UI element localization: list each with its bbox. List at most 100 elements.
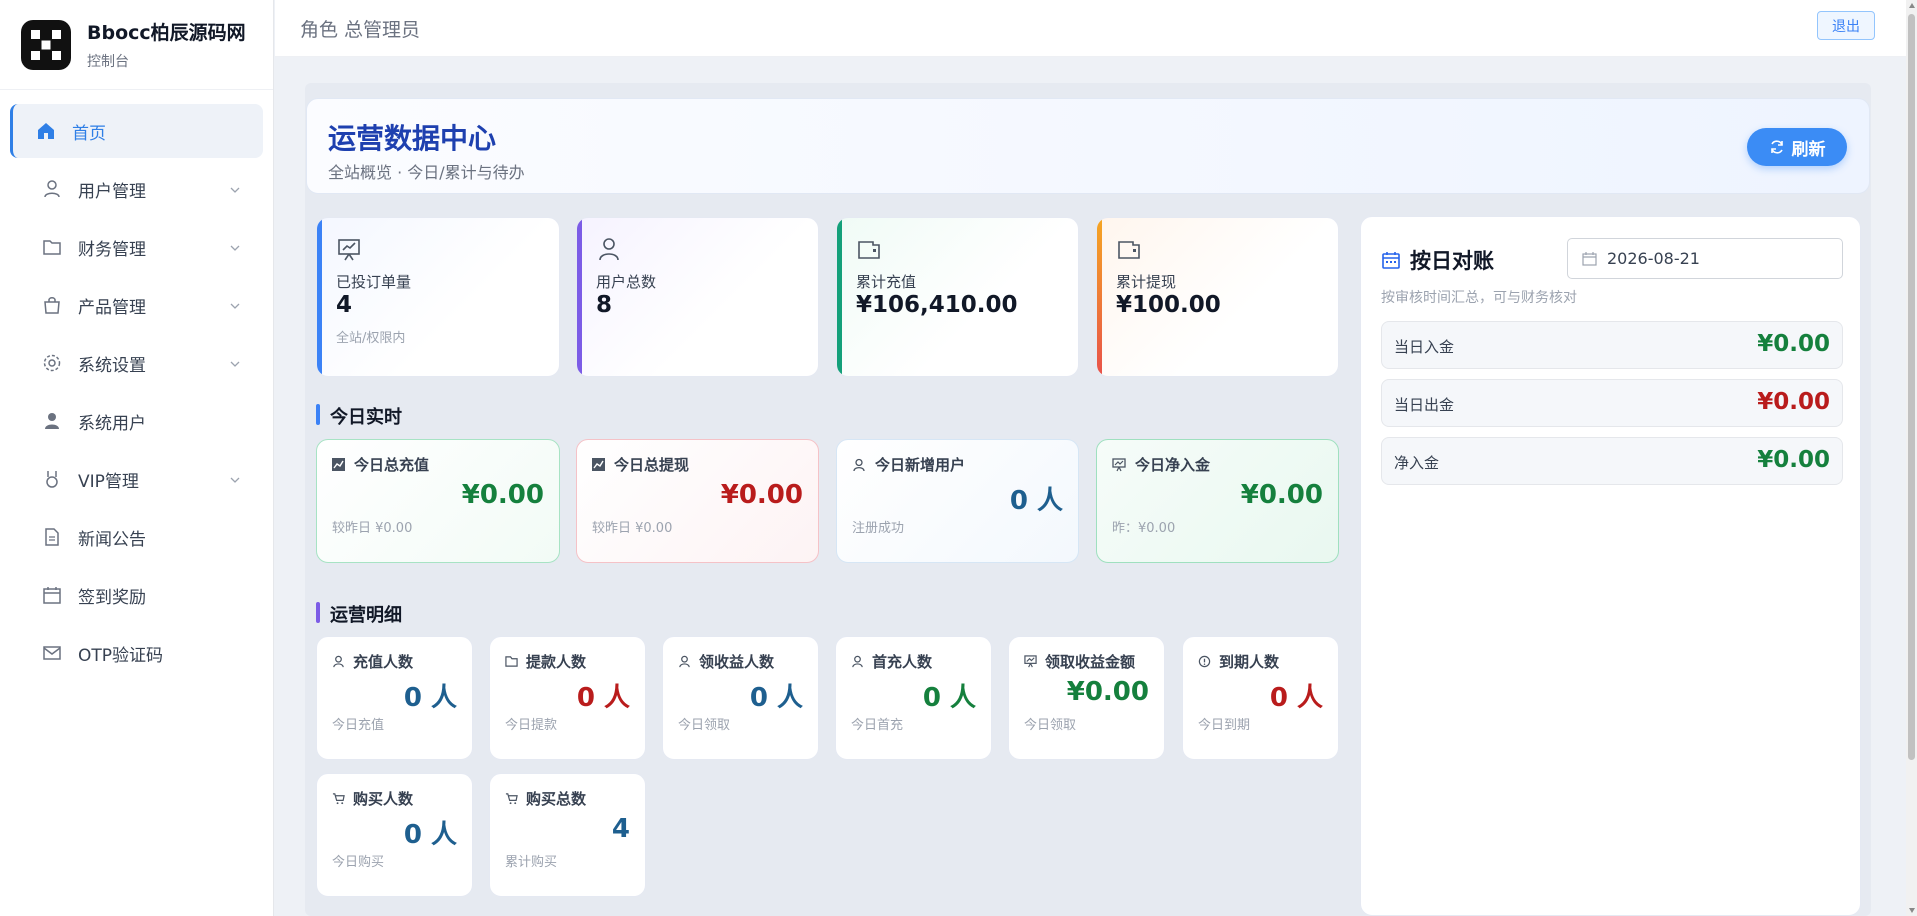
page-title: 运营数据中心 (328, 122, 497, 155)
card-label: 领取收益金额 (1045, 653, 1136, 671)
card-value: 4 (611, 814, 630, 844)
sidebar-item-news[interactable]: 新闻公告 (10, 510, 263, 564)
card-sub: 今日到期 (1198, 718, 1251, 733)
summary-card-deposits: 累计充值 ¥106,410.00 (836, 217, 1079, 377)
logout-button[interactable]: 退出 (1817, 11, 1875, 40)
sidebar-item-settings[interactable]: 系统设置 (10, 336, 263, 390)
sidebar-item-vip[interactable]: VIP管理 (10, 452, 263, 506)
sidebar-item-label: 系统用户 (78, 413, 146, 434)
today-card-withdraw: 今日总提现 ¥0.00 较昨日 ¥0.00 (576, 439, 819, 563)
sidebar-item-checkin[interactable]: 签到奖励 (10, 568, 263, 622)
card-sub: 较昨日 ¥0.00 (592, 521, 673, 536)
sidebar-item-users[interactable]: 用户管理 (10, 162, 263, 216)
card-label: 购买总数 (526, 790, 587, 808)
sidebar-item-label: 系统设置 (78, 355, 146, 376)
card-label: 今日新增用户 (875, 456, 966, 474)
card-value: 0 人 (922, 683, 976, 713)
topbar: 角色 总管理员 退出 (275, 0, 1906, 57)
refresh-icon (1770, 140, 1783, 154)
sidebar: Bbocc柏辰源码网 控制台 首页 用户管理 财务管理 产品管理 系统设置 系统… (0, 0, 274, 916)
home-icon (38, 123, 54, 139)
card-sub: 累计购买 (505, 855, 558, 870)
card-value: ¥0.00 (720, 480, 803, 510)
card-label: 累计充值 (856, 273, 917, 291)
row-value: ¥0.00 (1757, 389, 1830, 415)
card-label: 充值人数 (353, 653, 414, 671)
sidebar-item-home[interactable]: 首页 (10, 104, 263, 158)
presentation-icon (1112, 457, 1126, 471)
card-accent-bar (1097, 218, 1102, 376)
date-field[interactable]: 2026-08-21 (1567, 238, 1843, 279)
ops-card-expiring: 到期人数 0 人 今日到期 (1182, 636, 1339, 760)
document-icon (45, 528, 59, 546)
reconcile-panel: 按日对账 2026-08-21 按审核时间汇总，可与财务核对 当日入金 ¥0.0… (1360, 216, 1861, 916)
folder-icon (43, 240, 61, 255)
ops-card-purchases: 购买总数 4 累计购买 (489, 773, 646, 897)
card-label: 到期人数 (1219, 653, 1280, 671)
row-label: 当日出金 (1394, 396, 1455, 414)
card-sub: 今日首充 (851, 718, 904, 733)
card-accent-bar (317, 218, 322, 376)
chevron-down-icon (230, 361, 240, 367)
brand-subtitle: 控制台 (87, 54, 129, 70)
sidebar-item-finance[interactable]: 财务管理 (10, 220, 263, 274)
card-label: 用户总数 (596, 273, 657, 291)
card-sub: 较昨日 ¥0.00 (332, 521, 413, 536)
person-icon (45, 413, 59, 429)
card-label: 领收益人数 (699, 653, 775, 671)
presentation-icon (338, 239, 360, 261)
today-card-net: 今日净入金 ¥0.00 昨：¥0.00 (1096, 439, 1339, 563)
card-value: 8 (596, 292, 613, 318)
card-label: 购买人数 (353, 790, 414, 808)
brand-title: Bbocc柏辰源码网 (87, 22, 246, 44)
wallet-icon (1118, 241, 1140, 259)
sidebar-item-label: 签到奖励 (78, 587, 146, 608)
card-value: ¥100.00 (1116, 292, 1221, 318)
sidebar-item-label: 用户管理 (78, 181, 146, 202)
scrollbar-thumb[interactable] (1908, 14, 1915, 760)
chart-icon (592, 458, 605, 471)
today-card-new-users: 今日新增用户 0 人 注册成功 (836, 439, 1079, 563)
cart-icon (332, 793, 345, 805)
card-sub: 今日领取 (678, 718, 731, 733)
hero-banner: 运营数据中心 全站概览 · 今日/累计与待办 刷新 (306, 98, 1870, 194)
card-label: 累计提现 (1116, 273, 1177, 291)
card-value: ¥0.00 (1066, 677, 1149, 707)
card-value: 0 人 (576, 683, 630, 713)
page-scrollbar[interactable] (1906, 0, 1917, 916)
card-value: 0 人 (1009, 486, 1063, 516)
user-icon (333, 655, 344, 668)
wallet-icon (858, 241, 880, 259)
card-label: 已投订单量 (336, 273, 412, 291)
card-label: 今日总提现 (614, 456, 690, 474)
scroll-down-icon[interactable] (1909, 908, 1915, 913)
card-value: 4 (336, 292, 353, 318)
presentation-icon (1024, 655, 1037, 668)
cart-icon (505, 793, 518, 805)
sidebar-item-products[interactable]: 产品管理 (10, 278, 263, 332)
reconcile-row-in: 当日入金 ¥0.00 (1381, 321, 1843, 369)
user-icon (44, 180, 60, 198)
sidebar-item-label: VIP管理 (78, 471, 139, 492)
sidebar-item-otp[interactable]: OTP验证码 (10, 626, 263, 680)
scroll-up-icon[interactable] (1909, 3, 1915, 8)
card-value: 0 人 (1269, 683, 1323, 713)
sidebar-item-label: 产品管理 (78, 297, 146, 318)
card-label: 首充人数 (872, 653, 933, 671)
row-value: ¥0.00 (1757, 331, 1830, 357)
summary-card-users: 用户总数 8 (576, 217, 819, 377)
sidebar-item-label: OTP验证码 (78, 645, 164, 666)
ops-card-deposit-users: 充值人数 0 人 今日充值 (316, 636, 473, 760)
row-label: 净入金 (1394, 454, 1440, 472)
sidebar-item-label: 新闻公告 (78, 529, 146, 550)
ops-card-profit-users: 领收益人数 0 人 今日领取 (662, 636, 819, 760)
date-value: 2026-08-21 (1607, 249, 1700, 268)
reconcile-title: 按日对账 (1410, 249, 1494, 273)
bag-icon (44, 297, 60, 314)
refresh-button[interactable]: 刷新 (1747, 128, 1847, 166)
card-sub: 今日购买 (332, 855, 385, 870)
card-label: 提款人数 (526, 653, 587, 671)
card-label: 今日净入金 (1135, 456, 1211, 474)
user-icon (853, 458, 865, 471)
sidebar-item-system-users[interactable]: 系统用户 (10, 394, 263, 448)
